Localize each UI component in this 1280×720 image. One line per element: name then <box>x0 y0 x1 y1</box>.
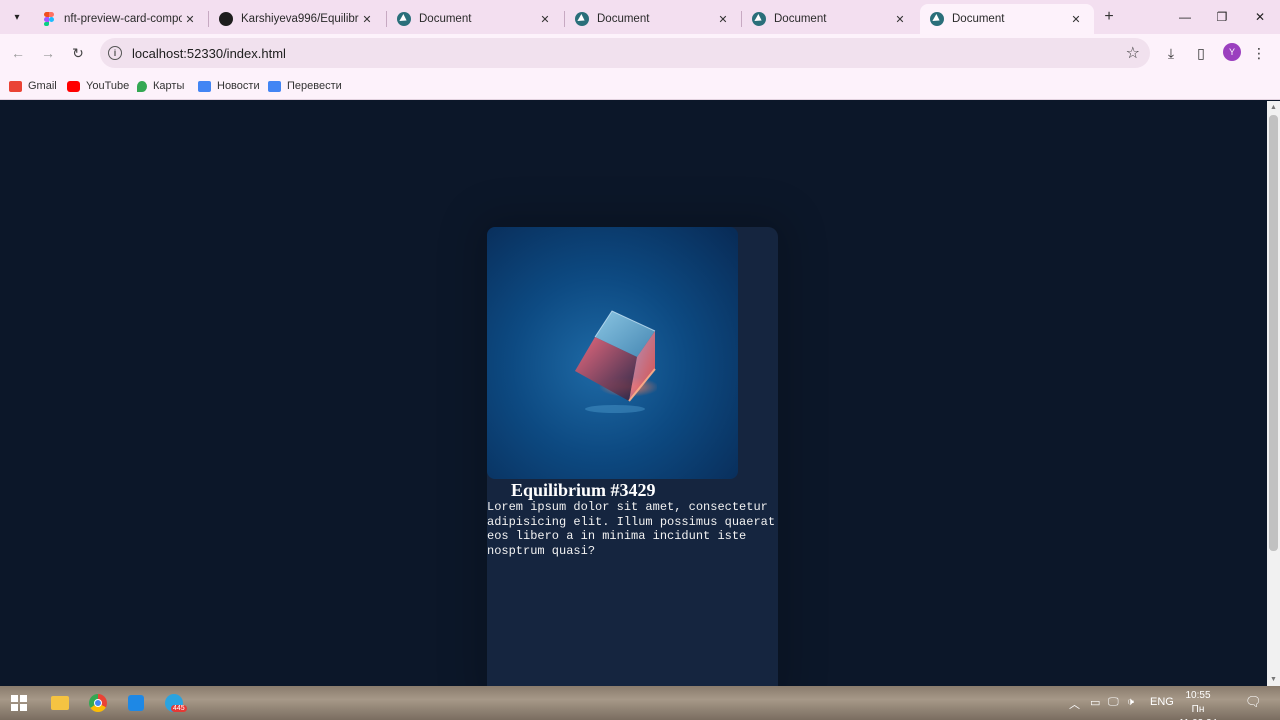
new-tab-plus-icon[interactable]: + <box>1100 8 1118 26</box>
url-text: localhost:52330/index.html <box>132 45 286 61</box>
vscode-icon[interactable] <box>123 691 149 715</box>
bookmark-gmail[interactable]: Gmail <box>9 78 57 94</box>
youtube-icon <box>67 80 80 92</box>
card-description: Lorem ipsum dolor sit amet, consectetur … <box>487 500 776 559</box>
close-icon[interactable]: ✕ <box>1068 11 1084 27</box>
volume-icon[interactable]: 🕩 <box>1127 696 1134 709</box>
page-viewport: Equilibrium #3429 Lorem ipsum dolor sit … <box>0 101 1267 686</box>
page-scrollbar[interactable]: ▲ ▼ <box>1267 101 1280 686</box>
profile-avatar[interactable]: Y <box>1223 43 1241 61</box>
start-windows-icon[interactable] <box>6 691 32 715</box>
tab-title: nft-preview-card-compone <box>64 13 182 25</box>
window-close-icon[interactable]: ✕ <box>1246 6 1274 28</box>
bookmark-translate[interactable]: Перевести <box>268 78 342 94</box>
news-icon <box>198 80 211 92</box>
clock-date: Пн 11.03.24 <box>1179 704 1217 720</box>
language-indicator[interactable]: ENG <box>1150 696 1174 708</box>
address-bar[interactable]: i localhost:52330/index.html ☆ <box>100 38 1150 68</box>
windows-taskbar: ︿ ▭ 🖵 🕩 ENG 10:55 Пн 11.03.24 🗨 <box>0 686 1280 720</box>
document-icon <box>575 12 589 26</box>
tab-document-2[interactable]: Document ✕ <box>565 4 741 34</box>
tray-chevron-up-icon[interactable]: ︿ <box>1069 696 1080 712</box>
battery-icon[interactable]: ▭ <box>1090 696 1100 709</box>
site-info-icon[interactable]: i <box>108 46 122 60</box>
bookmark-label: Перевести <box>287 80 342 92</box>
reload-icon[interactable]: ↻ <box>67 42 89 64</box>
bookmark-label: Карты <box>153 80 185 92</box>
translate-icon <box>268 80 281 92</box>
tab-document-1[interactable]: Document ✕ <box>387 4 563 34</box>
github-icon <box>219 12 233 26</box>
tab-title: Document <box>419 13 472 25</box>
close-icon[interactable]: ✕ <box>537 11 553 27</box>
tab-title: Document <box>952 13 1005 25</box>
glowing-cube-image <box>575 310 657 413</box>
bookmark-label: Новости <box>217 80 260 92</box>
tab-strip: ▾ nft-preview-card-compone ✕ Karshiyeva9… <box>0 0 1280 34</box>
notifications-icon[interactable]: 🗨 <box>1245 694 1262 710</box>
chrome-icon[interactable] <box>85 691 111 715</box>
close-icon[interactable]: ✕ <box>359 11 375 27</box>
download-icon[interactable]: ⤓ <box>1161 43 1181 63</box>
figma-icon <box>42 12 56 26</box>
card-image <box>487 227 738 479</box>
bookmark-label: YouTube <box>86 80 130 92</box>
forward-arrow-icon[interactable]: → <box>37 42 59 64</box>
document-icon <box>930 12 944 26</box>
bookmark-news[interactable]: Новости <box>198 78 260 94</box>
nft-card: Equilibrium #3429 Lorem ipsum dolor sit … <box>487 227 778 686</box>
file-explorer-icon[interactable] <box>47 691 73 715</box>
taskbar-clock[interactable]: 10:55 Пн 11.03.24 <box>1176 689 1220 720</box>
card-title: Equilibrium #3429 <box>511 480 656 500</box>
bookmark-star-icon[interactable]: ☆ <box>1126 43 1140 63</box>
tab-search-chevron-down-icon[interactable]: ▾ <box>6 6 28 28</box>
clock-time: 10:55 <box>1185 690 1211 701</box>
menu-kebab-icon[interactable]: ⋮ <box>1249 43 1269 63</box>
gmail-icon <box>9 80 22 92</box>
browser-toolbar: ← → ↻ i localhost:52330/index.html ☆ ⤓ ▯… <box>0 34 1280 72</box>
close-icon[interactable]: ✕ <box>182 11 198 27</box>
tab-title: Document <box>774 13 827 25</box>
document-icon <box>397 12 411 26</box>
network-icon[interactable]: 🖵 <box>1108 696 1119 709</box>
back-arrow-icon[interactable]: ← <box>7 42 29 64</box>
tab-title: Document <box>597 13 650 25</box>
minimize-icon[interactable]: — <box>1171 6 1199 28</box>
close-icon[interactable]: ✕ <box>892 11 908 27</box>
bookmark-maps[interactable]: Карты <box>137 78 184 94</box>
maps-icon <box>137 80 147 92</box>
tab-document-active[interactable]: Document ✕ <box>920 4 1094 34</box>
restore-icon[interactable]: ❐ <box>1208 6 1236 28</box>
close-icon[interactable]: ✕ <box>715 11 731 27</box>
bookmark-label: Gmail <box>28 80 57 92</box>
bookmarks-bar: Gmail YouTube Карты Новости Перевести <box>0 72 1280 100</box>
tab-figma[interactable]: nft-preview-card-compone ✕ <box>32 4 208 34</box>
tab-github[interactable]: Karshiyeva996/Equilibrium ✕ <box>209 4 385 34</box>
scroll-up-arrow-icon[interactable]: ▲ <box>1270 104 1277 111</box>
scroll-down-arrow-icon[interactable]: ▼ <box>1270 676 1277 683</box>
document-icon <box>752 12 766 26</box>
scroll-thumb[interactable] <box>1269 115 1278 551</box>
tab-document-3[interactable]: Document ✕ <box>742 4 918 34</box>
bookmark-youtube[interactable]: YouTube <box>67 78 129 94</box>
telegram-unread-badge: 445 <box>171 705 187 712</box>
side-panel-icon[interactable]: ▯ <box>1191 43 1211 63</box>
tab-title: Karshiyeva996/Equilibrium <box>241 13 359 25</box>
